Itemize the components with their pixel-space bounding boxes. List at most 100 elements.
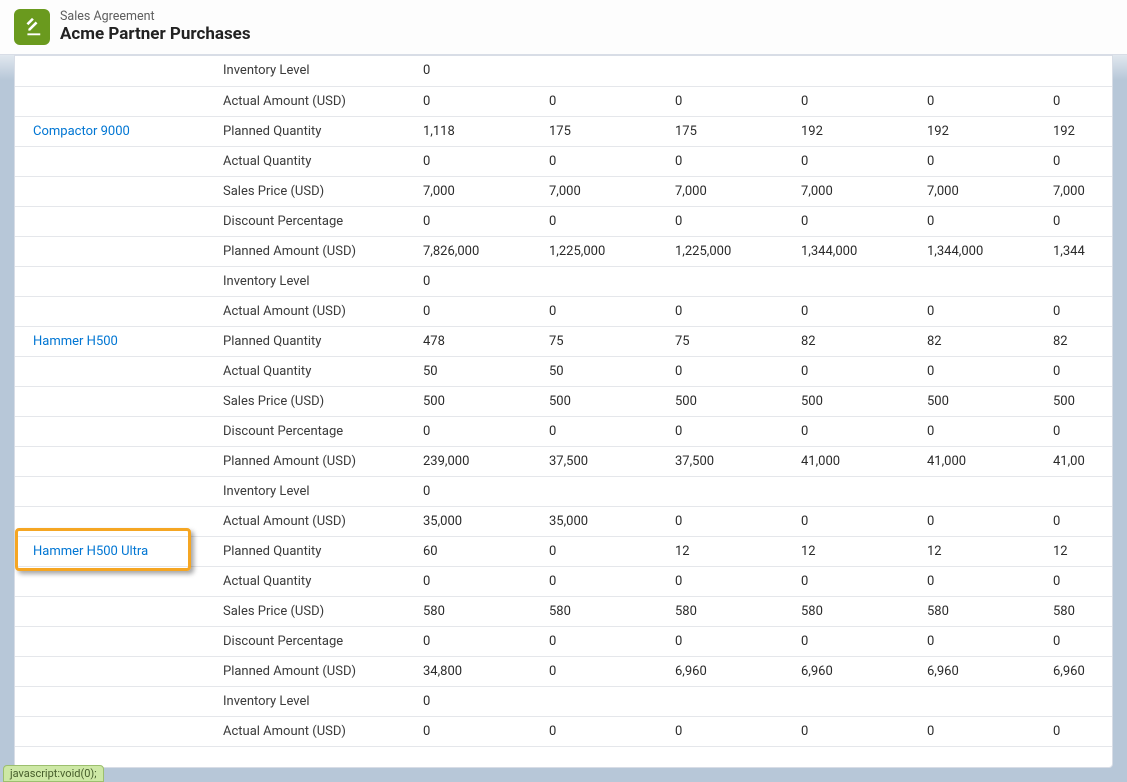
value-cell[interactable] — [667, 266, 793, 296]
value-cell[interactable]: 0 — [667, 416, 793, 446]
value-cell[interactable]: 0 — [919, 416, 1045, 446]
value-cell[interactable] — [541, 476, 667, 506]
value-cell[interactable]: 0 — [541, 716, 667, 746]
value-cell[interactable] — [793, 686, 919, 716]
value-cell[interactable]: 0 — [1045, 356, 1113, 386]
value-cell[interactable]: 0 — [919, 86, 1045, 116]
value-cell[interactable]: 0 — [919, 506, 1045, 536]
value-cell[interactable]: 0 — [919, 626, 1045, 656]
value-cell[interactable]: 0 — [415, 266, 541, 296]
value-cell[interactable] — [919, 56, 1045, 86]
value-cell[interactable]: 500 — [793, 386, 919, 416]
value-cell[interactable]: 1,344,000 — [793, 236, 919, 266]
value-cell[interactable]: 580 — [415, 596, 541, 626]
value-cell[interactable]: 60 — [415, 536, 541, 566]
value-cell[interactable]: 0 — [667, 356, 793, 386]
value-cell[interactable]: 6,960 — [919, 656, 1045, 686]
value-cell[interactable] — [667, 56, 793, 86]
value-cell[interactable]: 0 — [541, 416, 667, 446]
value-cell[interactable]: 1,225,000 — [667, 236, 793, 266]
value-cell[interactable]: 0 — [415, 626, 541, 656]
value-cell[interactable]: 239,000 — [415, 446, 541, 476]
value-cell[interactable]: 0 — [667, 206, 793, 236]
value-cell[interactable]: 7,000 — [667, 176, 793, 206]
value-cell[interactable]: 37,500 — [667, 446, 793, 476]
value-cell[interactable]: 0 — [541, 296, 667, 326]
value-cell[interactable]: 0 — [793, 506, 919, 536]
value-cell[interactable] — [919, 266, 1045, 296]
value-cell[interactable]: 580 — [919, 596, 1045, 626]
value-cell[interactable]: 0 — [919, 206, 1045, 236]
value-cell[interactable]: 7,000 — [541, 176, 667, 206]
value-cell[interactable]: 0 — [1045, 626, 1113, 656]
value-cell[interactable]: 0 — [541, 626, 667, 656]
product-link[interactable]: Hammer H500 — [33, 334, 118, 349]
value-cell[interactable]: 6,960 — [793, 656, 919, 686]
value-cell[interactable]: 0 — [667, 566, 793, 596]
value-cell[interactable] — [1045, 476, 1113, 506]
value-cell[interactable]: 192 — [919, 116, 1045, 146]
value-cell[interactable]: 0 — [541, 146, 667, 176]
value-cell[interactable] — [1045, 266, 1113, 296]
value-cell[interactable]: 500 — [541, 386, 667, 416]
value-cell[interactable]: 7,000 — [919, 176, 1045, 206]
value-cell[interactable]: 12 — [793, 536, 919, 566]
product-link[interactable]: Hammer H500 Ultra — [33, 544, 148, 559]
value-cell[interactable]: 0 — [541, 206, 667, 236]
value-cell[interactable]: 6,960 — [1045, 656, 1113, 686]
value-cell[interactable]: 12 — [1045, 536, 1113, 566]
value-cell[interactable]: 35,000 — [541, 506, 667, 536]
value-cell[interactable]: 7,000 — [793, 176, 919, 206]
value-cell[interactable]: 580 — [793, 596, 919, 626]
value-cell[interactable]: 0 — [541, 536, 667, 566]
value-cell[interactable]: 0 — [919, 296, 1045, 326]
value-cell[interactable]: 41,00 — [1045, 446, 1113, 476]
value-cell[interactable]: 580 — [541, 596, 667, 626]
value-cell[interactable]: 12 — [667, 536, 793, 566]
value-cell[interactable]: 0 — [415, 86, 541, 116]
value-cell[interactable] — [667, 686, 793, 716]
value-cell[interactable]: 0 — [667, 296, 793, 326]
value-cell[interactable]: 0 — [1045, 716, 1113, 746]
value-cell[interactable] — [1045, 56, 1113, 86]
value-cell[interactable]: 0 — [415, 476, 541, 506]
value-cell[interactable]: 0 — [415, 296, 541, 326]
value-cell[interactable]: 0 — [541, 86, 667, 116]
value-cell[interactable]: 500 — [919, 386, 1045, 416]
product-name-cell[interactable]: Hammer H500 — [15, 326, 215, 356]
value-cell[interactable]: 580 — [667, 596, 793, 626]
product-link[interactable]: Compactor 9000 — [33, 124, 130, 139]
value-cell[interactable]: 82 — [1045, 326, 1113, 356]
product-name-cell[interactable]: Hammer H500 Ultra — [15, 536, 215, 566]
product-name-cell[interactable]: Compactor 9000 — [15, 116, 215, 146]
value-cell[interactable]: 175 — [541, 116, 667, 146]
value-cell[interactable]: 82 — [919, 326, 1045, 356]
value-cell[interactable]: 0 — [1045, 566, 1113, 596]
value-cell[interactable]: 0 — [1045, 206, 1113, 236]
value-cell[interactable]: 500 — [667, 386, 793, 416]
value-cell[interactable]: 192 — [1045, 116, 1113, 146]
value-cell[interactable]: 0 — [793, 146, 919, 176]
value-cell[interactable]: 0 — [919, 716, 1045, 746]
value-cell[interactable] — [793, 56, 919, 86]
value-cell[interactable] — [793, 476, 919, 506]
value-cell[interactable]: 12 — [919, 536, 1045, 566]
value-cell[interactable]: 7,000 — [415, 176, 541, 206]
value-cell[interactable]: 0 — [415, 146, 541, 176]
value-cell[interactable] — [541, 56, 667, 86]
value-cell[interactable] — [1045, 686, 1113, 716]
value-cell[interactable]: 0 — [415, 566, 541, 596]
value-cell[interactable]: 0 — [793, 86, 919, 116]
value-cell[interactable]: 35,000 — [415, 506, 541, 536]
value-cell[interactable]: 0 — [793, 716, 919, 746]
value-cell[interactable]: 0 — [919, 356, 1045, 386]
value-cell[interactable]: 0 — [667, 146, 793, 176]
value-cell[interactable]: 0 — [541, 566, 667, 596]
value-cell[interactable] — [919, 476, 1045, 506]
value-cell[interactable]: 6,960 — [667, 656, 793, 686]
value-cell[interactable]: 0 — [667, 86, 793, 116]
value-cell[interactable]: 500 — [1045, 386, 1113, 416]
value-cell[interactable]: 0 — [919, 566, 1045, 596]
value-cell[interactable]: 0 — [1045, 146, 1113, 176]
value-cell[interactable]: 1,118 — [415, 116, 541, 146]
